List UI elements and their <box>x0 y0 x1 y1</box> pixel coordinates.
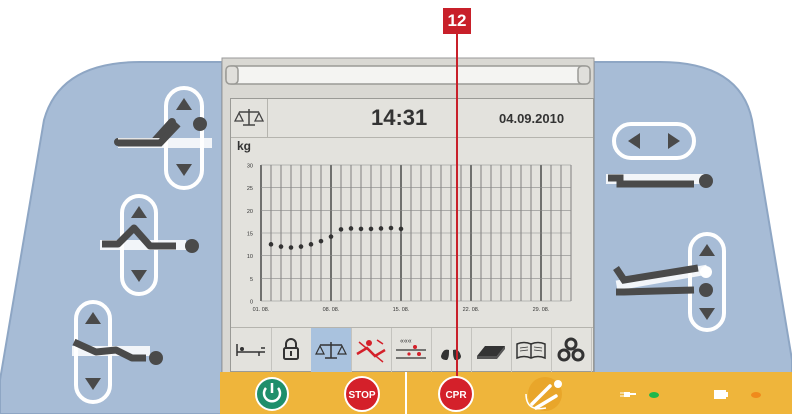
right-bed-controls <box>606 122 726 332</box>
weight-data-point <box>388 225 394 231</box>
x-tick-label: 01. 08. <box>253 307 270 313</box>
scale-mode-indicator <box>231 99 268 137</box>
weight-chart: 0 5 10 15 20 25 30 01. 08. 08. 08. 15. 08. 22. 08… <box>247 164 572 313</box>
display-screen: 14:31 04.09.2010 kg 0 5 10 15 20 25 30 01. 08.… <box>230 98 594 372</box>
pressure-rotation-icon: ««« <box>396 338 426 359</box>
tab-scale[interactable] <box>311 328 352 372</box>
mains-plug-icon <box>620 392 636 397</box>
knee-adjust-control[interactable] <box>100 194 199 296</box>
weight-series <box>268 225 404 250</box>
left-bed-controls <box>72 86 212 404</box>
y-tick-label: 10 <box>247 254 253 260</box>
bed-flat-icon <box>236 344 265 356</box>
clock-time: 14:31 <box>371 105 428 130</box>
x-tick-label: 29. 08. <box>533 307 550 313</box>
stop-button[interactable]: STOP <box>344 376 380 412</box>
y-tick-label: 5 <box>250 277 253 283</box>
settings-gears-icon <box>557 337 585 362</box>
tab-bed-flat[interactable] <box>231 328 272 372</box>
scale-icon <box>233 109 265 126</box>
weight-data-point <box>328 234 334 239</box>
tab-settings-gears[interactable] <box>551 328 592 372</box>
screen-header: 14:31 04.09.2010 <box>231 99 593 138</box>
weight-data-point <box>358 226 364 232</box>
stop-label: STOP <box>348 390 375 401</box>
battery-icon <box>714 390 728 399</box>
weight-data-point <box>348 226 354 231</box>
patient-head-icon <box>699 283 713 297</box>
weight-data-point <box>318 238 324 244</box>
svg-text:«««: ««« <box>400 338 412 345</box>
y-tick-label: 30 <box>247 164 253 170</box>
trendelenburg-control[interactable] <box>613 232 726 332</box>
weight-data-point <box>398 226 404 232</box>
cpr-button[interactable]: CPR <box>438 376 474 412</box>
power-button[interactable] <box>255 377 289 411</box>
y-axis-ticks: 0 5 10 15 20 25 30 <box>247 164 253 306</box>
mattress-icon <box>477 346 505 359</box>
bed-exit-alarm-icon <box>356 339 386 363</box>
backrest-adjust-control[interactable] <box>114 86 212 190</box>
leg-adjust-control[interactable] <box>72 300 163 404</box>
tab-lungs[interactable] <box>431 328 472 372</box>
screen-tab-bar: ««« <box>231 327 593 372</box>
weight-data-point <box>378 226 384 231</box>
y-tick-label: 20 <box>247 209 253 215</box>
weight-data-point <box>268 242 274 247</box>
mains-power-indicator <box>620 392 659 398</box>
callout-line <box>456 34 458 386</box>
chair-position-button[interactable] <box>525 377 562 411</box>
weight-unit-label: kg <box>237 139 252 153</box>
bed-extension-control[interactable] <box>612 122 696 160</box>
tab-bed-exit-alarm[interactable] <box>351 328 392 372</box>
manual-book-icon <box>516 341 546 360</box>
scale-icon <box>315 342 347 359</box>
weight-data-point <box>308 242 314 247</box>
tab-mattress[interactable] <box>471 328 512 372</box>
y-tick-label: 15 <box>247 232 253 238</box>
lungs-icon <box>441 342 461 360</box>
weight-data-point <box>298 244 304 249</box>
x-tick-label: 15. 08. <box>393 307 410 313</box>
weight-data-point <box>338 227 344 232</box>
weight-data-point <box>278 244 284 249</box>
y-tick-label: 0 <box>250 300 253 306</box>
tab-lock[interactable] <box>271 328 312 372</box>
clock-date: 04.09.2010 <box>499 111 565 126</box>
bottom-control-strip: STOP CPR <box>255 376 761 412</box>
patient-head-icon <box>185 239 199 253</box>
tab-manual-book[interactable] <box>511 328 552 372</box>
weight-data-point <box>368 226 374 232</box>
bed-flat-figure <box>606 174 713 188</box>
mains-led <box>649 392 659 398</box>
patient-head-icon <box>149 351 163 365</box>
lock-icon <box>283 338 299 360</box>
tab-pressure-rotation[interactable]: ««« <box>391 328 432 372</box>
callout-number: 12 <box>443 8 471 34</box>
patient-head-icon <box>699 174 713 188</box>
battery-led <box>751 392 761 398</box>
y-tick-label: 25 <box>247 186 253 192</box>
battery-indicator <box>714 390 761 399</box>
x-tick-label: 08. 08. <box>323 307 340 313</box>
x-axis-ticks: 01. 08. 08. 08. 15. 08. 22. 08. 29. 08. <box>253 307 550 313</box>
x-tick-label: 22. 08. <box>463 307 480 313</box>
chart-grid <box>260 164 572 302</box>
cpr-label: CPR <box>445 390 467 401</box>
patient-head-icon <box>193 117 207 131</box>
weight-data-point <box>288 245 294 250</box>
